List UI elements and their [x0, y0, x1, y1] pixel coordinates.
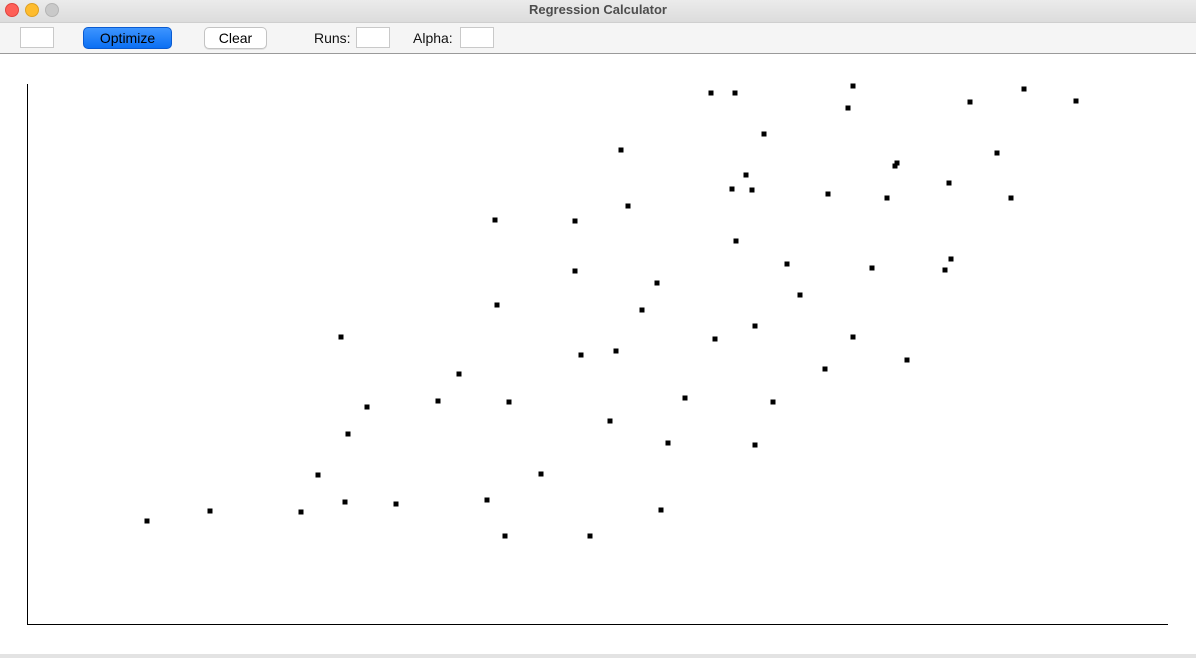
data-point-43: [729, 186, 735, 192]
data-point-52: [1008, 195, 1014, 201]
data-point-15: [506, 399, 512, 405]
data-point-11: [315, 472, 321, 478]
runs-input[interactable]: [356, 27, 390, 48]
data-point-7: [502, 533, 508, 539]
data-point-44: [743, 172, 749, 178]
data-point-16: [607, 418, 613, 424]
data-point-60: [1021, 86, 1027, 92]
alpha-label: Alpha:: [413, 30, 453, 46]
first-input-field[interactable]: [20, 27, 54, 48]
runs-label: Runs:: [314, 30, 351, 46]
data-point-6: [484, 497, 490, 503]
data-point-51: [994, 150, 1000, 156]
data-point-24: [712, 336, 718, 342]
data-point-5: [393, 501, 399, 507]
data-point-29: [338, 334, 344, 340]
data-point-27: [850, 334, 856, 340]
data-point-55: [732, 90, 738, 96]
data-point-22: [578, 352, 584, 358]
scatter-plot[interactable]: [0, 54, 1196, 654]
plot-canvas[interactable]: [0, 54, 1196, 654]
data-point-61: [1073, 98, 1079, 104]
data-point-50: [946, 180, 952, 186]
data-point-48: [884, 195, 890, 201]
data-point-19: [752, 442, 758, 448]
optimize-button[interactable]: Optimize: [83, 27, 172, 49]
data-point-30: [494, 302, 500, 308]
data-point-38: [948, 256, 954, 262]
data-point-14: [435, 398, 441, 404]
data-point-25: [752, 323, 758, 329]
data-point-12: [345, 431, 351, 437]
data-point-8: [587, 533, 593, 539]
window-bottom-edge: [0, 654, 1196, 658]
data-point-59: [967, 99, 973, 105]
data-point-3: [298, 509, 304, 515]
data-point-13: [364, 404, 370, 410]
data-point-36: [869, 265, 875, 271]
data-point-32: [639, 307, 645, 313]
data-point-9: [658, 507, 664, 513]
data-point-20: [770, 399, 776, 405]
data-point-35: [797, 292, 803, 298]
data-point-40: [572, 218, 578, 224]
data-point-57: [850, 83, 856, 89]
data-point-53: [618, 147, 624, 153]
data-point-18: [682, 395, 688, 401]
data-point-4: [342, 499, 348, 505]
data-points: [144, 83, 1079, 539]
title-bar: Regression Calculator: [0, 0, 1196, 23]
data-point-41: [625, 203, 631, 209]
data-point-47: [825, 191, 831, 197]
data-point-28: [904, 357, 910, 363]
data-point-26: [822, 366, 828, 372]
data-point-46: [761, 131, 767, 137]
data-point-56: [845, 105, 851, 111]
data-point-34: [784, 261, 790, 267]
data-point-17: [665, 440, 671, 446]
data-point-45: [749, 187, 755, 193]
data-point-31: [572, 268, 578, 274]
data-point-21: [456, 371, 462, 377]
data-point-33: [654, 280, 660, 286]
alpha-input[interactable]: [460, 27, 494, 48]
data-point-42: [492, 217, 498, 223]
data-point-39: [733, 238, 739, 244]
data-point-10: [538, 471, 544, 477]
clear-button[interactable]: Clear: [204, 27, 267, 49]
toolbar: Optimize Clear Runs: Alpha:: [0, 23, 1196, 54]
data-point-23: [613, 348, 619, 354]
data-point-37: [942, 267, 948, 273]
data-point-2: [207, 508, 213, 514]
data-point-54: [708, 90, 714, 96]
window-title: Regression Calculator: [529, 2, 667, 17]
data-point-58: [892, 163, 898, 169]
data-point-1: [144, 518, 150, 524]
